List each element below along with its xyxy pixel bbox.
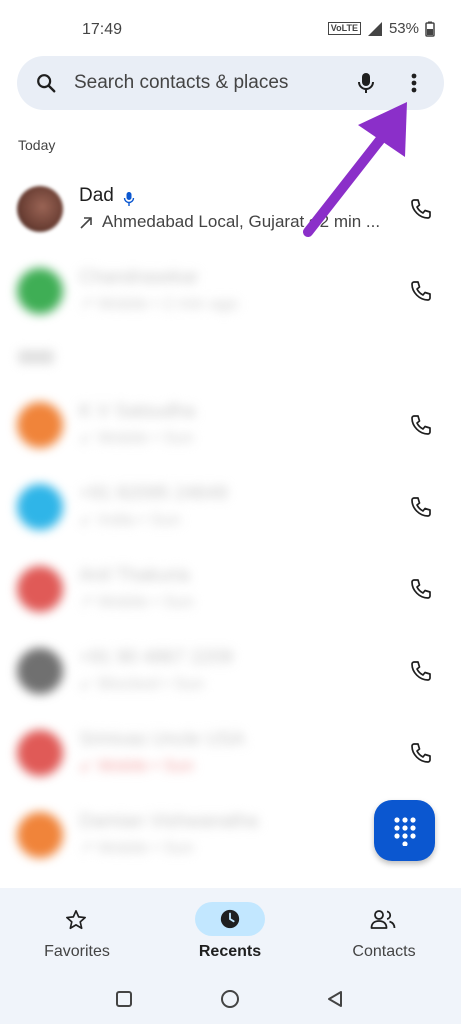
annotation-arrow (303, 102, 407, 237)
recent-apps-icon[interactable] (115, 990, 133, 1008)
nav-label-recents: Recents (198, 943, 262, 960)
nav-label-contacts: Contacts (352, 943, 416, 960)
nav-favorites[interactable]: Favorites (0, 888, 154, 978)
star-icon (66, 910, 86, 930)
clock-icon (220, 909, 240, 929)
system-navigation-bar (0, 980, 461, 1024)
back-icon[interactable] (326, 990, 344, 1008)
nav-recents[interactable]: Recents (153, 888, 307, 978)
nav-contacts[interactable]: Contacts (307, 888, 461, 978)
home-icon[interactable] (220, 989, 240, 1009)
contacts-icon (370, 910, 396, 929)
nav-label-favorites: Favorites (44, 943, 110, 960)
